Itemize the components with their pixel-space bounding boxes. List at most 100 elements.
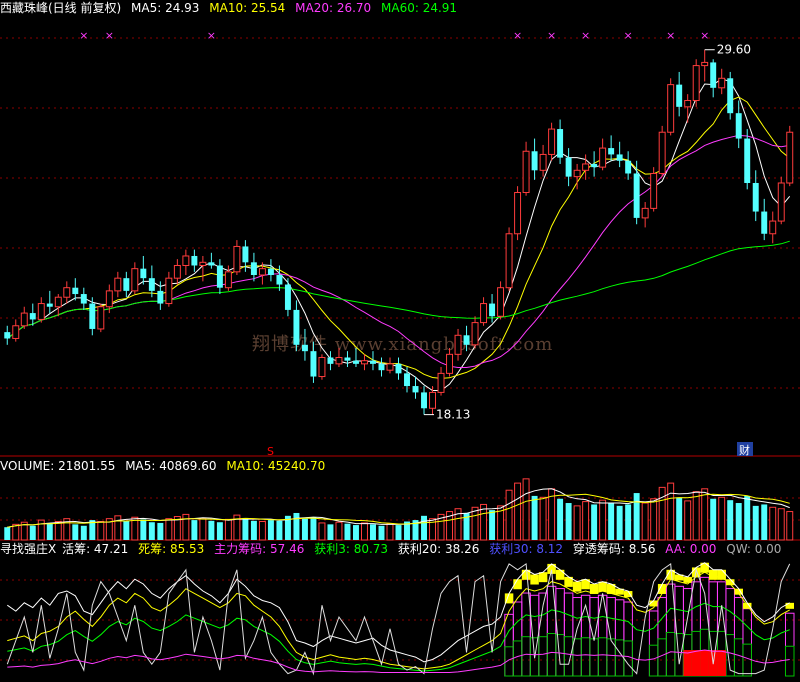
candle-body: [701, 61, 709, 67]
candle-body: [173, 264, 181, 279]
candle-body: [727, 78, 734, 114]
volume-bar: [335, 521, 343, 541]
volume-bar: [752, 505, 759, 540]
volume-bar: [123, 520, 130, 540]
huoli-block: [521, 636, 531, 677]
candle-body: [12, 325, 20, 339]
candle-body: [514, 192, 522, 235]
candle-body: [650, 172, 658, 209]
candle-body: [761, 211, 768, 234]
zhuli-block: [784, 612, 795, 677]
volume-bar: [744, 495, 751, 540]
volume-bar: [658, 486, 666, 541]
volume-bar: [208, 520, 215, 540]
huoli-block: [572, 638, 582, 677]
candle-body: [157, 290, 164, 304]
candle-body: [105, 290, 113, 308]
stock-chart-canvas: × × × × × × × × × 29.60 18.13 S 财: [0, 29, 800, 677]
candle-body: [412, 386, 419, 393]
candle-body: [658, 131, 666, 174]
candle-body: [769, 220, 777, 235]
huoli-block: [733, 638, 744, 677]
chuantou-block: [700, 650, 709, 676]
huoli-block: [657, 638, 667, 677]
huoli-block: [623, 640, 633, 677]
candle-body: [233, 245, 241, 273]
candle-body: [777, 182, 785, 222]
finance-marker: 财: [739, 443, 750, 457]
volume-bar: [471, 506, 479, 541]
x-marker: ×: [700, 29, 709, 42]
candle-body: [404, 373, 410, 387]
candle-body: [667, 84, 675, 133]
zhuli-block: [742, 608, 752, 677]
volume-bar: [216, 522, 223, 540]
candle-body: [276, 275, 283, 285]
zhuli-block: [614, 599, 625, 677]
candle-body: [208, 262, 215, 266]
candle-body: [463, 335, 470, 345]
volume-bar: [327, 524, 334, 540]
volume-bar: [97, 521, 105, 541]
huoli-block: [614, 639, 625, 677]
candle-body: [352, 360, 359, 364]
candle-body: [37, 303, 45, 320]
volume-bar: [489, 510, 496, 540]
volume-bar: [72, 524, 79, 540]
candle-body: [710, 62, 717, 88]
x-marker: ×: [547, 29, 556, 42]
candle-body: [20, 312, 28, 327]
volume-bar: [591, 504, 598, 540]
zhuli-block: [529, 594, 540, 677]
volume-bar: [641, 502, 649, 541]
volume-bar: [599, 499, 607, 541]
volume-bar: [29, 525, 36, 540]
huoli-block: [546, 633, 557, 677]
volume-bar: [701, 488, 709, 541]
volume-bar: [267, 520, 274, 540]
volume-bar: [140, 519, 147, 540]
volume-bar: [786, 511, 794, 541]
candle-body: [573, 169, 581, 178]
zhuli-block: [572, 597, 582, 677]
candle-body: [599, 147, 607, 168]
huochou-cap: [785, 602, 794, 609]
candle-body: [505, 233, 513, 289]
low-label: 18.13: [436, 408, 470, 422]
candle-body: [676, 84, 683, 107]
huoli-block: [512, 640, 523, 677]
volume-bar: [684, 500, 692, 541]
volume-bar: [46, 522, 53, 540]
candle-body: [744, 138, 751, 183]
volume-bar: [4, 527, 11, 540]
volume-bar: [361, 522, 368, 541]
candle-body: [471, 322, 479, 346]
volume-bar: [370, 524, 376, 540]
chuantou-block: [683, 650, 692, 676]
huochou-cap: [555, 569, 565, 580]
zhuli-block: [657, 597, 667, 677]
volume-bar: [718, 496, 726, 541]
volume-bar: [276, 520, 283, 540]
candle-body: [140, 268, 147, 279]
candle-body: [616, 154, 623, 161]
candle-body: [361, 360, 368, 365]
huoli-block: [555, 634, 565, 677]
volume-bar: [386, 523, 394, 541]
candle-body: [63, 287, 71, 298]
volume-bar: [310, 517, 317, 540]
volume-bar: [582, 501, 590, 541]
x-marker: ×: [581, 29, 590, 42]
candle-body: [80, 294, 87, 304]
volume-bar: [344, 523, 351, 540]
candle-body: [489, 303, 496, 317]
volume-bar: [650, 498, 658, 541]
candle-body: [497, 287, 505, 317]
volume-bar: [199, 518, 207, 541]
volume-bar: [148, 522, 155, 540]
huoli-block: [665, 631, 676, 677]
x-marker: ×: [105, 29, 114, 42]
candle-body: [531, 151, 538, 171]
candle-body: [735, 113, 742, 139]
zhuli-block: [512, 601, 523, 677]
